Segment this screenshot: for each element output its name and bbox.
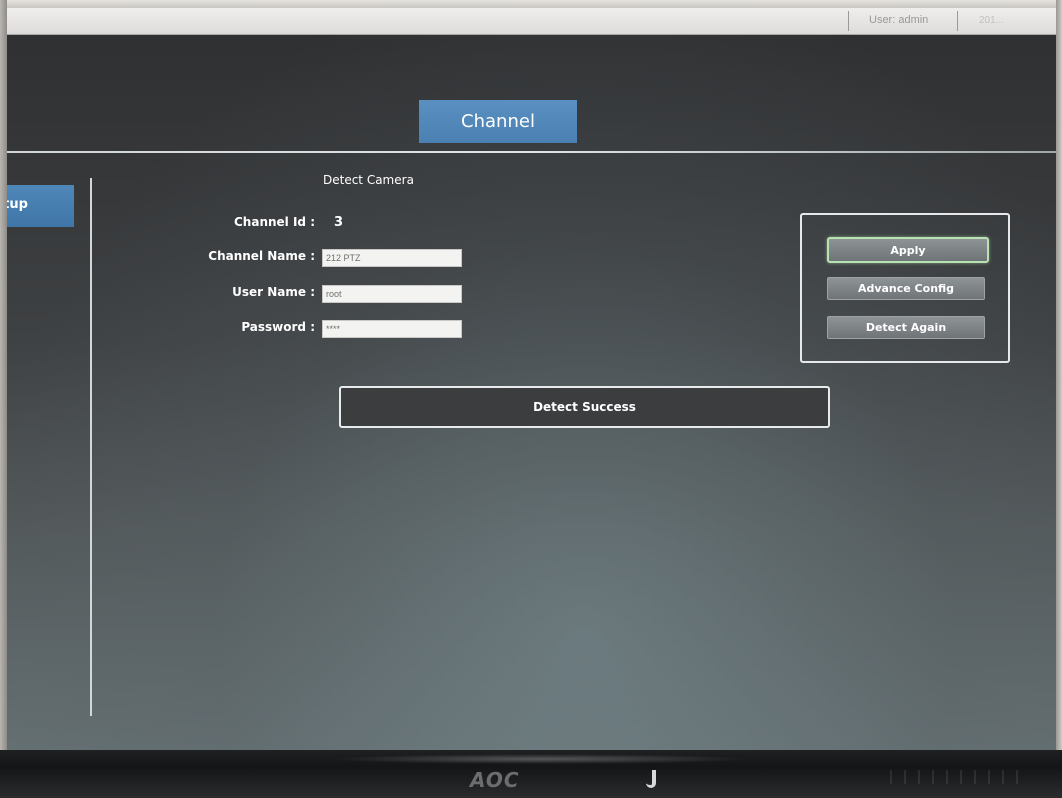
photo-of-monitor: User: admin 201... Channel Setup Detect … — [0, 0, 1062, 798]
sidebar-item-setup[interactable]: Setup — [7, 185, 74, 227]
sidebar-divider — [90, 178, 92, 716]
channel-id-value: 3 — [334, 215, 344, 230]
top-status-bar: User: admin 201... — [7, 8, 1056, 35]
channel-id-label: Channel Id : — [234, 215, 315, 229]
header-divider — [7, 151, 1056, 153]
datetime-label: 201... — [979, 15, 1005, 26]
monitor-buttons — [890, 770, 1030, 784]
password-input[interactable]: **** — [322, 320, 462, 338]
password-label: Password : — [241, 320, 315, 334]
channel-name-input[interactable]: 212 PTZ — [322, 249, 462, 267]
bezel-reflection — [330, 754, 750, 764]
user-name-label: User Name : — [232, 285, 315, 299]
monitor-bezel-top — [0, 0, 1062, 8]
sidebar-item-label: Setup — [7, 197, 28, 212]
section-title: Detect Camera — [323, 173, 414, 187]
monitor-bezel-right — [1056, 0, 1062, 798]
detect-again-button[interactable]: Detect Again — [827, 316, 985, 339]
channel-name-label: Channel Name : — [208, 249, 315, 263]
topbar-divider — [848, 11, 849, 31]
tab-channel[interactable]: Channel — [419, 100, 577, 143]
status-banner: Detect Success — [339, 386, 830, 428]
apply-button[interactable]: Apply — [827, 237, 989, 263]
topbar-divider — [957, 11, 958, 31]
power-icon — [646, 770, 656, 788]
advance-config-button[interactable]: Advance Config — [827, 277, 985, 300]
user-name-input[interactable]: root — [322, 285, 462, 303]
monitor-bezel-left — [0, 0, 7, 798]
dvr-screen: User: admin 201... Channel Setup Detect … — [7, 8, 1056, 750]
current-user-label: User: admin — [869, 14, 929, 26]
monitor-brand-logo: AOC — [470, 768, 520, 792]
